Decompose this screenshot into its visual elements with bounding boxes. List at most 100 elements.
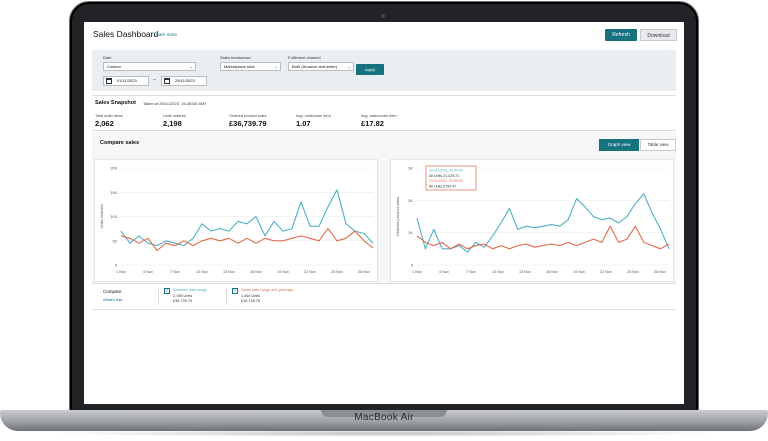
x-tick-label: 13 Nov [519, 270, 531, 274]
metric-label: Ordered product sales [229, 114, 267, 118]
filter-bar: Date Custom ⌄ 01/11/2023 – 29/11/2023 Sal… [92, 50, 676, 91]
apply-button[interactable]: Apply [356, 64, 384, 75]
snapshot-timestamp: Taken at 29/11/2023, 15:28:08 GMT [143, 101, 207, 106]
legend-last-year-range[interactable]: ✓ Same date range one year ago 1,464 Uni… [226, 287, 312, 305]
compare-sales-title: Compare sales [100, 140, 140, 146]
x-tick-label: 7 Nov [170, 270, 180, 274]
x-tick-label: 7 Nov [466, 270, 476, 274]
legend-sales: £10,748.76 [241, 299, 261, 303]
y-tick-label: 3K [408, 166, 413, 171]
metric-label: Avg. units/order item [296, 114, 331, 118]
dashboard-header: Sales Dashboard Learn more Refresh Downl… [84, 22, 684, 48]
y-axis-label: Ordered product sales [395, 197, 400, 237]
laptop-model-label: MacBook Air [354, 412, 414, 423]
fulfilment-channel-label: Fulfilment channel [288, 55, 321, 60]
whats-this-link[interactable]: What's this [103, 297, 122, 302]
date-select-value: Custom [107, 64, 121, 69]
legend-title: Compare [103, 289, 122, 294]
compare-sales-section: Compare sales Graph view Table view 200 1… [92, 132, 676, 284]
sales-snapshot: Sales Snapshot Taken at 29/11/2023, 15:2… [92, 95, 676, 131]
date-to-input[interactable]: 29/11/2023 [161, 76, 207, 86]
x-tick-label: 28 Nov [358, 270, 370, 274]
chevron-down-icon: ⌄ [189, 64, 193, 69]
laptop-shadow [40, 430, 728, 437]
metric-label: Total order items [95, 114, 124, 118]
chart-tooltip: 01/11/2023, 00:00:00All Units 21,429.710… [425, 165, 477, 191]
tooltip-line4: All Units £790.47 [429, 184, 456, 188]
metric-label: Units ordered [163, 114, 186, 118]
y-tick-label: 50 [113, 238, 118, 243]
metric-label: Avg. sales/order item [361, 114, 397, 118]
x-tick-label: 25 Nov [627, 270, 639, 274]
chevron-down-icon: ⌄ [347, 64, 351, 69]
date-label: Date [103, 55, 112, 60]
metric-units-ordered: Units ordered 2,198 [163, 114, 186, 128]
refresh-button[interactable]: Refresh [605, 29, 637, 41]
date-from-input[interactable]: 01/11/2023 [103, 76, 149, 86]
tooltip-line1: 01/11/2023, 00:00:00 [429, 169, 463, 173]
legend-units: 1,464 Units [241, 294, 261, 298]
date-to-value: 29/11/2023 [175, 78, 195, 83]
laptop-mockup: Sales Dashboard Learn more Refresh Downl… [0, 0, 768, 441]
metric-value: £17.82 [361, 119, 384, 128]
date-from-value: 01/11/2023 [117, 78, 137, 83]
compare-legend: Compare What's this ✓ Selected date rang… [92, 284, 676, 310]
sales-chart-panel: 3K 2K 1K 0 Ordered product sales 1 Nov 4 Nov 7 … [390, 159, 674, 282]
checkbox-checked-icon[interactable]: ✓ [232, 288, 238, 294]
date-range-separator: – [153, 77, 156, 83]
y-tick-label: 0 [115, 263, 118, 268]
metric-ordered-product-sales: Ordered product sales £36,739.79 [229, 114, 267, 128]
series-line-selected [416, 193, 670, 253]
x-tick-label: 19 Nov [277, 270, 289, 274]
x-tick-label: 22 Nov [304, 270, 316, 274]
units-chart-panel: 200 150 100 50 0 Units ordered 1 Nov 4 Nov 7 Nov… [94, 159, 378, 282]
x-tick-label: 16 Nov [250, 270, 262, 274]
fulfilment-channel-select[interactable]: Both (Amazon and seller) ⌄ [288, 62, 354, 71]
table-view-button[interactable]: Table view [640, 139, 676, 151]
metric-avg-units-per-order: Avg. units/order item 1.07 [296, 114, 331, 128]
metric-avg-sales-per-order: Avg. sales/order item £17.82 [361, 114, 397, 128]
x-tick-label: 10 Nov [196, 270, 208, 274]
y-tick-label: 100 [110, 214, 117, 219]
y-tick-label: 150 [110, 190, 117, 195]
ordered-product-sales-chart: 3K 2K 1K 0 Ordered product sales 1 Nov 4 Nov 7 … [395, 165, 670, 274]
download-button[interactable]: Download [640, 29, 677, 41]
series-line-selected [120, 189, 374, 247]
x-tick-label: 13 Nov [223, 270, 235, 274]
x-tick-label: 22 Nov [600, 270, 612, 274]
chevron-down-icon: ⌄ [274, 64, 278, 69]
graph-view-button[interactable]: Graph view [599, 139, 639, 151]
y-tick-label: 2K [408, 198, 413, 203]
tooltip-line3: 01/11/2022, 00:00:00 [429, 179, 463, 183]
units-ordered-chart: 200 150 100 50 0 Units ordered 1 Nov 4 Nov 7 Nov… [99, 166, 374, 274]
x-tick-label: 25 Nov [331, 270, 343, 274]
metric-value: 1.07 [296, 119, 311, 128]
metric-value: £36,739.79 [229, 119, 267, 128]
x-tick-label: 4 Nov [143, 270, 153, 274]
legend-name: Same date range one year ago [241, 288, 294, 292]
calendar-icon [106, 78, 112, 84]
legend-units: 2,198 Units [173, 294, 193, 298]
legend-selected-range[interactable]: ✓ Selected date range 2,198 Units £36,73… [158, 287, 226, 305]
date-select[interactable]: Custom ⌄ [103, 62, 196, 71]
y-axis-label: Units ordered [99, 204, 104, 228]
series-line-last-year [416, 225, 670, 250]
sales-breakdown-label: Sales breakdown [220, 55, 251, 60]
tooltip-line2: All Units 21,429.71 [429, 174, 459, 178]
checkbox-checked-icon[interactable]: ✓ [164, 288, 170, 294]
sales-breakdown-select[interactable]: Marketplace total ⌄ [220, 62, 281, 71]
y-tick-label: 0 [411, 263, 414, 268]
fulfilment-channel-value: Both (Amazon and seller) [292, 64, 338, 69]
metric-value: 2,198 [163, 119, 182, 128]
learn-more-link[interactable]: Learn more [154, 32, 177, 37]
snapshot-title: Sales Snapshot [95, 100, 136, 106]
x-tick-label: 1 Nov [116, 270, 126, 274]
x-tick-label: 4 Nov [439, 270, 449, 274]
metric-value: 2,062 [95, 119, 114, 128]
sales-breakdown-value: Marketplace total [224, 64, 255, 69]
y-tick-label: 1K [408, 230, 413, 235]
legend-sales: £36,739.79 [173, 299, 193, 303]
series-line-last-year [120, 228, 374, 252]
metric-total-order-items: Total order items 2,062 [95, 114, 123, 128]
x-tick-label: 10 Nov [492, 270, 504, 274]
